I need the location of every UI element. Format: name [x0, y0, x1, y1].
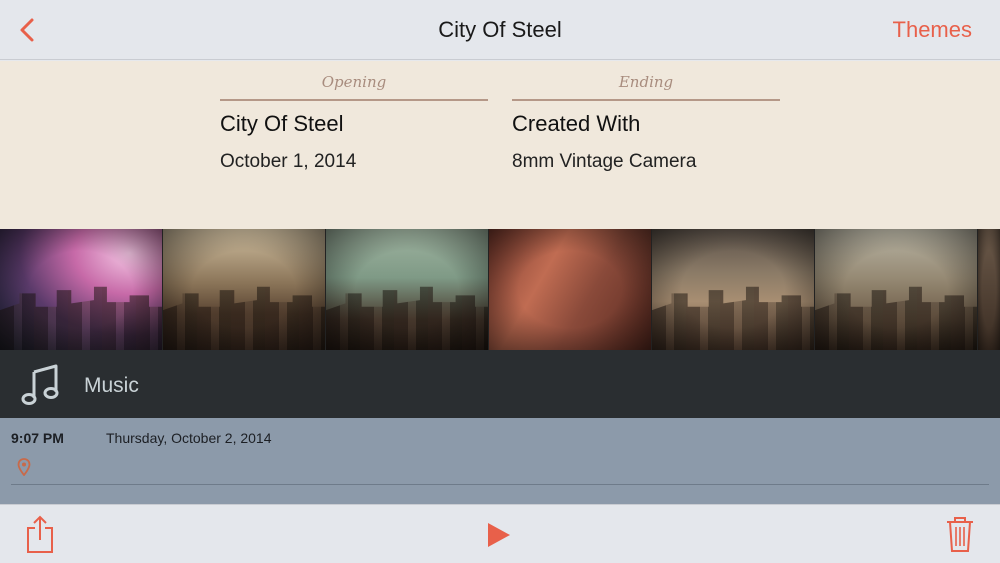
ending-section[interactable]: Ending Created With 8mm Vintage Camera	[512, 71, 780, 173]
map-pin-icon[interactable]	[17, 458, 31, 477]
opening-subtitle: October 1, 2014	[220, 151, 357, 172]
ending-subtitle: 8mm Vintage Camera	[512, 151, 697, 172]
divider	[11, 484, 989, 485]
created-time: 9:07 PM	[11, 430, 64, 446]
photo-strip[interactable]	[0, 229, 1000, 350]
title-card: Opening City Of Steel October 1, 2014 En…	[0, 61, 1000, 229]
opening-title: City Of Steel	[220, 111, 344, 136]
ending-title: Created With	[512, 111, 641, 136]
photo-thumbnail[interactable]	[978, 229, 1000, 350]
share-icon[interactable]	[24, 514, 56, 554]
photo-thumbnail[interactable]	[815, 229, 978, 350]
photo-thumbnail[interactable]	[489, 229, 652, 350]
music-label: Music	[84, 374, 139, 397]
themes-button[interactable]: Themes	[893, 17, 972, 43]
opening-section[interactable]: Opening City Of Steel October 1, 2014	[220, 71, 488, 173]
bottom-toolbar	[0, 504, 1000, 563]
photo-thumbnail[interactable]	[652, 229, 815, 350]
opening-header: Opening	[321, 73, 387, 91]
page-title: City Of Steel	[438, 17, 562, 42]
navigation-bar: City Of Steel Themes	[0, 0, 1000, 60]
music-note-icon	[20, 362, 62, 406]
photo-thumbnail[interactable]	[326, 229, 489, 350]
music-row[interactable]: Music	[0, 350, 1000, 418]
photo-thumbnail[interactable]	[0, 229, 163, 350]
ending-divider	[512, 99, 780, 101]
created-date: Thursday, October 2, 2014	[106, 430, 272, 446]
trash-icon[interactable]	[944, 514, 976, 554]
opening-divider	[220, 99, 488, 101]
meta-info: 9:07 PM Thursday, October 2, 2014	[0, 418, 1000, 504]
photo-thumbnail[interactable]	[163, 229, 326, 350]
play-icon[interactable]	[486, 521, 512, 549]
ending-header: Ending	[618, 73, 674, 91]
